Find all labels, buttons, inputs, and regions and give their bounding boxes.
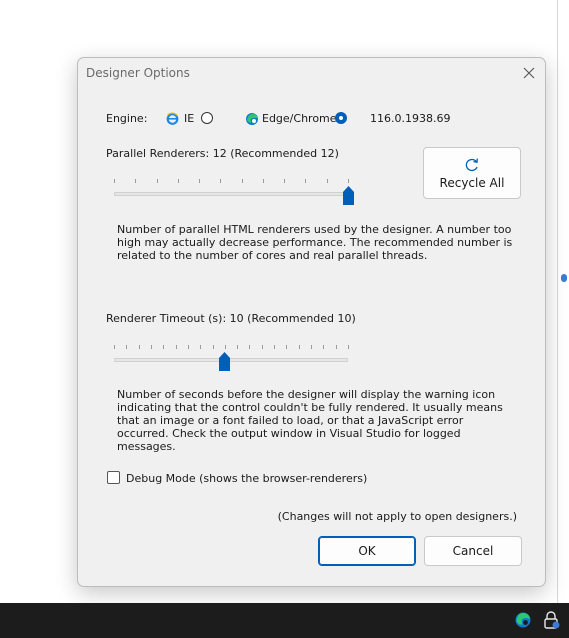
slider-tick — [249, 345, 251, 349]
engine-ie-label: IE — [184, 112, 195, 125]
slider-tick — [311, 345, 313, 349]
slider-tick — [126, 345, 128, 349]
slider-tick — [187, 345, 189, 349]
slider-tick — [177, 179, 179, 183]
background-window-edge — [557, 0, 569, 603]
slider-tick — [348, 345, 349, 349]
slider-tick — [212, 345, 214, 349]
renderer-timeout-slider[interactable] — [114, 345, 349, 375]
slider-thumb[interactable] — [342, 186, 354, 205]
slider-tick — [274, 345, 276, 349]
edge-icon — [246, 113, 258, 125]
ie-icon — [166, 112, 179, 125]
slider-tick — [348, 179, 349, 183]
tray-edge-icon[interactable] — [512, 609, 534, 631]
renderer-timeout-description: Number of seconds before the designer wi… — [117, 388, 503, 453]
recycle-all-button[interactable]: Recycle All — [423, 147, 521, 199]
cancel-button-label: Cancel — [452, 544, 494, 558]
ok-button-label: OK — [358, 544, 376, 558]
slider-tick — [335, 345, 337, 349]
engine-label: Engine: — [106, 112, 148, 125]
slider-thumb[interactable] — [219, 352, 231, 371]
slider-tick — [241, 179, 243, 183]
slider-tick — [326, 179, 328, 183]
slider-tick — [163, 345, 165, 349]
slider-tick — [262, 179, 264, 183]
background-window-indicator — [561, 274, 567, 282]
slider-tick — [156, 179, 158, 183]
slider-tick — [114, 179, 115, 183]
slider-tick — [175, 345, 177, 349]
refresh-icon — [465, 158, 478, 171]
parallel-renderers-label: Parallel Renderers: 12 (Recommended 12) — [106, 147, 339, 160]
slider-tick — [237, 345, 239, 349]
ok-button[interactable]: OK — [318, 536, 416, 566]
slider-tick — [199, 179, 201, 183]
title-bar: Designer Options — [78, 58, 545, 88]
parallel-renderers-slider[interactable] — [114, 179, 354, 209]
slider-tick — [220, 179, 222, 183]
cancel-button[interactable]: Cancel — [424, 536, 522, 566]
taskbar — [0, 603, 569, 638]
slider-tick — [150, 345, 152, 349]
close-button[interactable] — [519, 63, 539, 83]
lock-icon[interactable] — [540, 609, 562, 631]
slider-tick — [298, 345, 300, 349]
engine-edge-radio[interactable] — [335, 112, 347, 124]
slider-tick — [135, 179, 137, 183]
changes-note: (Changes will not apply to open designer… — [277, 510, 517, 523]
debug-mode-label: Debug Mode (shows the browser-renderers) — [126, 472, 368, 485]
slider-tick — [323, 345, 325, 349]
engine-version: 116.0.1938.69 — [370, 112, 451, 125]
slider-tick — [138, 345, 140, 349]
slider-tick — [200, 345, 202, 349]
engine-edge-label: Edge/Chrome — [262, 112, 337, 125]
slider-ticks — [114, 345, 349, 351]
renderer-timeout-label: Renderer Timeout (s): 10 (Recommended 10… — [106, 312, 356, 325]
engine-ie-radio[interactable] — [201, 112, 213, 124]
recycle-all-label: Recycle All — [439, 175, 505, 190]
debug-mode-checkbox[interactable] — [107, 471, 120, 484]
slider-track — [114, 192, 348, 196]
slider-tick — [114, 345, 115, 349]
slider-tick — [261, 345, 263, 349]
slider-ticks — [114, 179, 349, 185]
slider-tick — [305, 179, 307, 183]
slider-tick — [284, 179, 286, 183]
slider-track — [114, 358, 348, 362]
slider-tick — [286, 345, 288, 349]
slider-tick — [224, 345, 226, 349]
parallel-renderers-description: Number of parallel HTML renderers used b… — [117, 223, 513, 262]
designer-options-dialog: Designer Options Engine: IE Edge/Chrome … — [77, 57, 546, 587]
close-icon — [523, 67, 535, 79]
dialog-title: Designer Options — [86, 66, 190, 80]
